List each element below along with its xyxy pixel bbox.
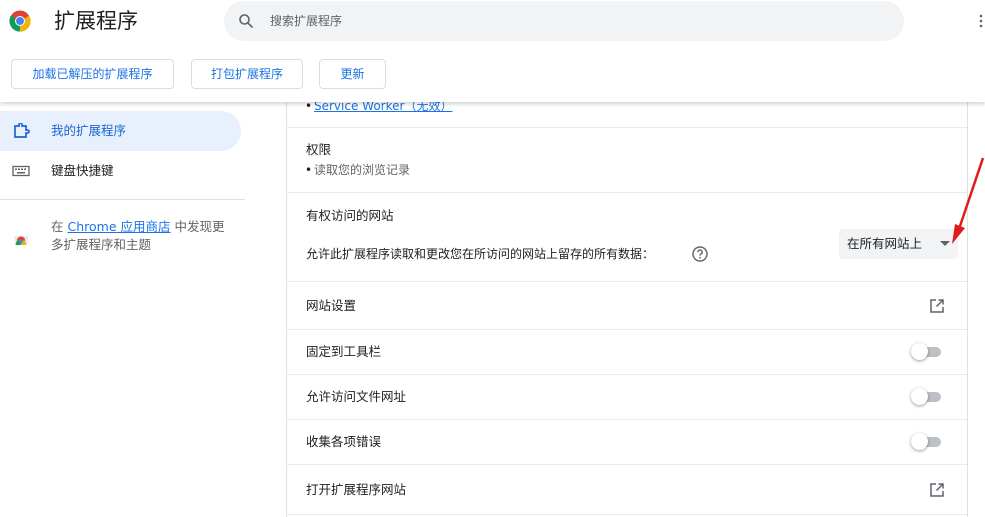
collect-errors-toggle[interactable] — [911, 433, 943, 450]
extension-details-panel: Service Worker（无效） 权限 读取您的浏览记录 有权访问的网站 允… — [286, 98, 968, 517]
permissions-item: 读取您的浏览记录 — [305, 162, 410, 178]
collect-errors-label: 收集各项错误 — [306, 434, 382, 449]
search-bar[interactable] — [224, 1, 904, 41]
chrome-logo-icon — [9, 10, 31, 32]
site-access-section: 有权访问的网站 允许此扩展程序读取和更改您在所访问的网站上留存的所有数据： 在所… — [287, 192, 967, 281]
file-urls-row: 允许访问文件网址 — [287, 374, 967, 419]
site-access-select[interactable]: 在所有网站上 — [839, 229, 958, 259]
webstore-icon — [14, 236, 28, 245]
search-input[interactable] — [270, 1, 870, 41]
pin-toolbar-row: 固定到工具栏 — [287, 329, 967, 374]
puzzle-icon — [14, 123, 30, 138]
keyboard-icon — [12, 165, 30, 177]
search-icon — [239, 14, 254, 29]
collect-errors-row: 收集各项错误 — [287, 419, 967, 464]
more-menu-icon[interactable] — [979, 14, 983, 28]
sidebar-item-label: 我的扩展程序 — [51, 123, 127, 138]
update-button[interactable]: 更新 — [319, 59, 386, 89]
open-website-row[interactable]: 打开扩展程序网站 — [287, 464, 967, 514]
annotation-arrow-icon — [952, 157, 985, 244]
site-access-description: 允许此扩展程序读取和更改您在所访问的网站上留存的所有数据： — [306, 247, 655, 261]
sidebar-divider — [0, 199, 245, 200]
load-unpacked-button[interactable]: 加载已解压的扩展程序 — [11, 59, 174, 89]
open-in-new-icon[interactable] — [929, 298, 945, 314]
pack-extension-button[interactable]: 打包扩展程序 — [191, 59, 303, 89]
site-access-value: 在所有网站上 — [847, 236, 923, 251]
page-title: 扩展程序 — [54, 9, 138, 33]
site-settings-label: 网站设置 — [306, 298, 357, 313]
sidebar: 我的扩展程序 键盘快捷键 在 Chrome 应用商店 中发现更多扩展程序和主题 — [0, 102, 245, 517]
sidebar-item-my-extensions[interactable]: 我的扩展程序 — [0, 111, 241, 151]
pin-toolbar-toggle[interactable] — [911, 343, 943, 360]
webstore-promo: 在 Chrome 应用商店 中发现更多扩展程序和主题 — [0, 218, 245, 258]
permissions-section: 权限 读取您的浏览记录 — [287, 127, 967, 192]
sidebar-item-label: 键盘快捷键 — [51, 163, 114, 178]
open-website-label: 打开扩展程序网站 — [306, 482, 407, 497]
top-bar: 扩展程序 加载已解压的扩展程序 打包扩展程序 更新 — [0, 0, 985, 102]
open-in-new-icon[interactable] — [929, 482, 945, 498]
site-settings-row[interactable]: 网站设置 — [287, 281, 967, 329]
pin-toolbar-label: 固定到工具栏 — [306, 344, 382, 359]
permissions-title: 权限 — [306, 142, 332, 157]
webstore-link[interactable]: Chrome 应用商店 — [67, 219, 170, 234]
file-urls-toggle[interactable] — [911, 388, 943, 405]
webstore-text-prefix: 在 — [51, 219, 68, 234]
sidebar-item-keyboard-shortcuts[interactable]: 键盘快捷键 — [0, 151, 241, 191]
file-urls-label: 允许访问文件网址 — [306, 389, 407, 404]
help-icon[interactable] — [692, 246, 708, 262]
site-access-title: 有权访问的网站 — [306, 208, 394, 223]
